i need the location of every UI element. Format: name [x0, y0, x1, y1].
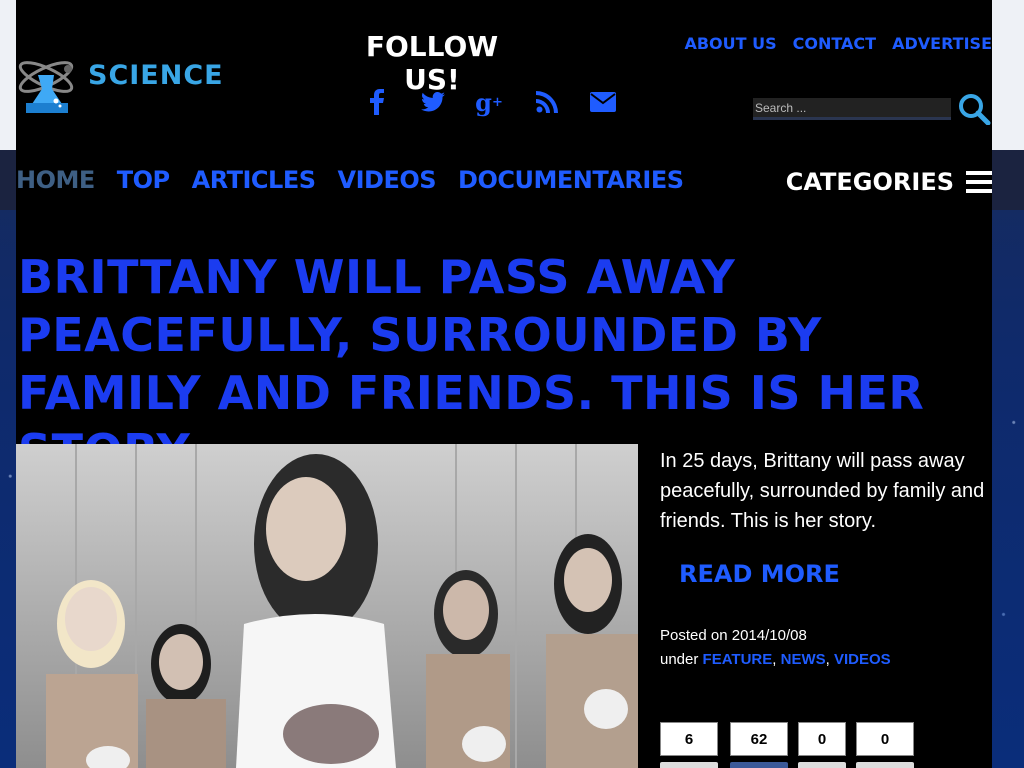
email-icon[interactable]: [587, 86, 619, 118]
tag-feature-link[interactable]: FEATURE: [703, 651, 773, 668]
categories-menu-button[interactable]: CATEGORIES: [786, 168, 992, 196]
about-us-link[interactable]: ABOUT US: [684, 34, 776, 53]
search-input[interactable]: [753, 98, 951, 120]
page-margin-left: [0, 0, 16, 150]
share-count-facebook: 6: [660, 722, 718, 756]
site-header: SCIENCE FOLLOW US! g + ABOUT US CONTACT A…: [16, 0, 992, 150]
tag-news-link[interactable]: NEWS: [781, 651, 826, 668]
pinterest-share-button[interactable]: [856, 762, 914, 768]
search-box: [753, 93, 993, 126]
read-more-link[interactable]: READ MORE: [679, 560, 840, 588]
share-buttons: 6 62 0 0: [660, 722, 920, 768]
nav-margin-right: [992, 150, 1024, 210]
nav-item-home[interactable]: HOME: [16, 166, 95, 194]
tag-videos-link[interactable]: VIDEOS: [834, 651, 891, 668]
site-logo[interactable]: SCIENCE: [16, 55, 236, 120]
nav-item-documentaries[interactable]: DOCUMENTARIES: [458, 166, 684, 194]
atom-flask-icon: [18, 61, 74, 113]
facebook-icon[interactable]: [361, 86, 393, 118]
rss-icon[interactable]: [531, 86, 563, 118]
google-plus-share-button[interactable]: [798, 762, 846, 768]
hamburger-menu-icon: [966, 171, 992, 193]
posted-label: Posted on: [660, 627, 728, 644]
advertise-link[interactable]: ADVERTISE: [892, 34, 992, 53]
contact-link[interactable]: CONTACT: [793, 34, 876, 53]
linkedin-share-button[interactable]: [730, 762, 788, 768]
nav-item-videos[interactable]: VIDEOS: [338, 166, 437, 194]
article-area: BRITTANY WILL PASS AWAY PEACEFULLY, SURR…: [16, 210, 992, 768]
main-nav: HOME TOP ARTICLES VIDEOS DOCUMENTARIES: [16, 166, 684, 194]
under-label: under: [660, 651, 699, 668]
nav-item-top[interactable]: TOP: [117, 166, 170, 194]
article-meta: Posted on 2014/10/08 under FEATURE, NEWS…: [660, 624, 891, 672]
post-date: 2014/10/08: [731, 627, 807, 644]
twitter-icon[interactable]: [417, 86, 449, 118]
google-plus-icon[interactable]: g +: [473, 86, 505, 118]
search-icon[interactable]: [957, 93, 993, 126]
article-featured-image[interactable]: [16, 444, 638, 768]
article-excerpt: In 25 days, Brittany will pass away peac…: [660, 450, 985, 532]
main-nav-bar: HOME TOP ARTICLES VIDEOS DOCUMENTARIES C…: [0, 150, 1024, 210]
categories-label: CATEGORIES: [785, 168, 954, 196]
share-count-google-plus: 0: [798, 722, 846, 756]
site-logo-text: SCIENCE: [88, 60, 224, 91]
nav-item-articles[interactable]: ARTICLES: [192, 166, 316, 194]
top-links: ABOUT US CONTACT ADVERTISE: [684, 34, 992, 53]
facebook-share-button[interactable]: [660, 762, 718, 768]
tags-line: under FEATURE, NEWS, VIDEOS: [660, 651, 891, 668]
nav-margin-left: [0, 150, 16, 210]
social-links: g +: [361, 86, 631, 118]
share-count-pinterest: 0: [856, 722, 914, 756]
share-count-linkedin: 62: [730, 722, 788, 756]
posted-line: Posted on 2014/10/08: [660, 624, 891, 648]
page-margin-right: [992, 0, 1024, 150]
